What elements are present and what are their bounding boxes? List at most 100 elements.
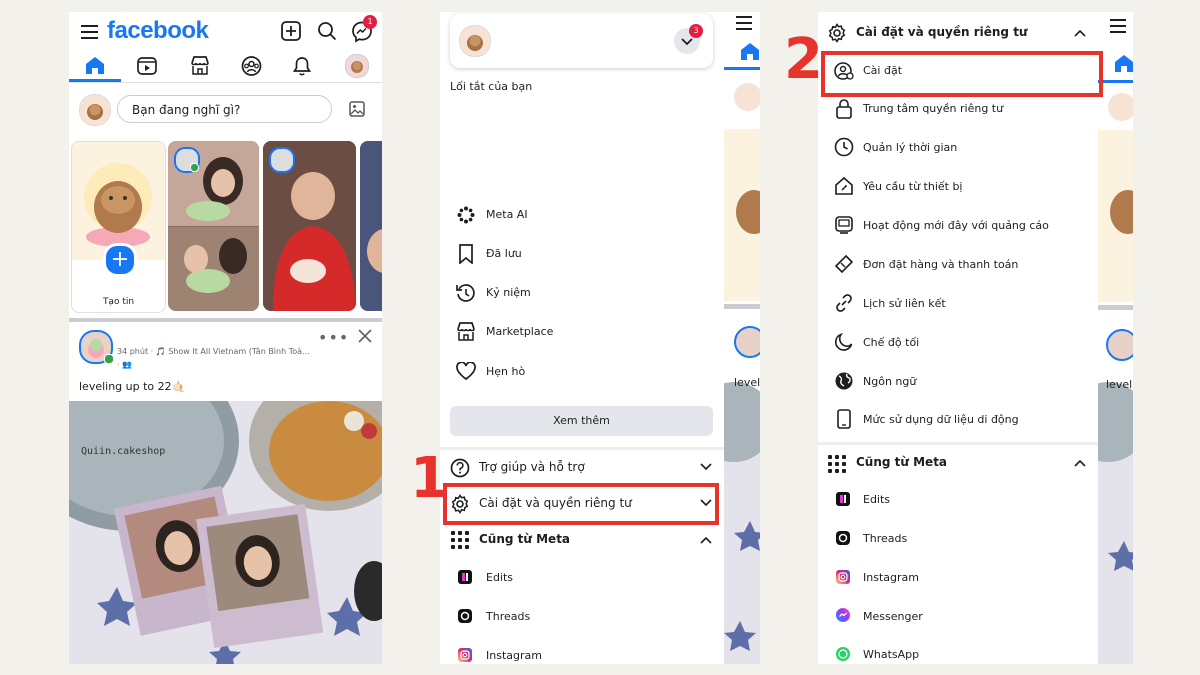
help-icon — [450, 458, 470, 478]
facebook-logo: facebook — [107, 17, 209, 44]
app-instagram[interactable]: Instagram — [863, 571, 919, 584]
globe-icon — [834, 371, 854, 391]
composer-avatar — [79, 94, 111, 126]
home-icon[interactable] — [85, 56, 105, 74]
shortcuts-label: Lối tắt của bạn — [450, 80, 533, 93]
feed-screen: facebook 1 Bạn đang nghĩ gì? + Tạo tin 3… — [69, 12, 382, 664]
online-dot — [190, 163, 199, 172]
story-avatar — [269, 147, 295, 173]
feed-divider — [69, 318, 382, 322]
video-icon[interactable] — [137, 57, 157, 75]
notification-badge: 1 — [363, 15, 377, 29]
online-dot — [104, 354, 114, 364]
app-whatsapp[interactable]: WhatsApp — [863, 648, 919, 661]
more-options-icon[interactable]: ••• — [318, 328, 349, 347]
highlight-box-step2 — [821, 51, 1103, 97]
photo-text: Quiin.cakeshop — [81, 446, 166, 457]
chevron-up-icon[interactable] — [700, 536, 712, 544]
meta-ai-icon — [457, 206, 475, 224]
bookmark-icon — [458, 244, 474, 264]
item-orders-payments[interactable]: Đơn đặt hàng và thanh toán — [863, 258, 1018, 271]
create-plus-icon[interactable] — [281, 21, 301, 41]
app-edits[interactable]: Edits — [486, 571, 513, 584]
see-more-button[interactable]: Xem thêm — [450, 406, 713, 436]
also-from-meta-label[interactable]: Cũng từ Meta — [856, 455, 947, 469]
add-story-plus-icon[interactable]: + — [103, 243, 137, 277]
bell-icon[interactable] — [293, 56, 311, 76]
background-caption: leveli — [734, 376, 760, 389]
hamburger-menu-icon[interactable] — [81, 24, 98, 39]
messenger-app-icon — [836, 608, 850, 622]
story-card[interactable] — [168, 141, 259, 311]
item-ad-activity[interactable]: Hoạt động mới đây với quảng cáo — [863, 219, 1049, 232]
whatsapp-app-icon — [836, 647, 850, 661]
threads-app-icon — [458, 609, 472, 623]
chevron-up-icon[interactable] — [1074, 29, 1086, 37]
edits-app-icon — [836, 492, 850, 506]
background-caption: level — [1106, 378, 1133, 391]
threads-app-icon — [836, 531, 850, 545]
close-icon[interactable] — [358, 329, 372, 343]
section-divider — [818, 442, 1098, 445]
item-link-history[interactable]: Lịch sử liên kết — [863, 297, 946, 310]
also-from-meta-label[interactable]: Cũng từ Meta — [479, 532, 570, 546]
dating-heart-icon — [456, 362, 476, 380]
marketplace-icon[interactable] — [190, 56, 210, 75]
menu-item-meta-ai[interactable]: Meta AI — [486, 208, 528, 221]
mobile-phone-icon — [836, 409, 852, 429]
menu-item-marketplace[interactable]: Marketplace — [486, 325, 553, 338]
instagram-app-icon — [458, 648, 472, 662]
step-number-2: 2 — [784, 27, 823, 92]
app-threads[interactable]: Threads — [863, 532, 907, 545]
grid-apps-icon — [451, 531, 469, 549]
memories-icon — [456, 283, 476, 303]
post-meta: 34 phút · 🎵 Show It All Vietnam (Tân Bìn… — [117, 347, 310, 356]
chevron-down-icon[interactable] — [700, 463, 712, 471]
marketplace-icon — [456, 322, 476, 341]
section-divider — [440, 447, 724, 450]
item-device-requests[interactable]: Yêu cầu từ thiết bị — [863, 180, 963, 193]
menu-screen: 3 Lối tắt của bạn Meta AI Đã lưu Kỷ niệm… — [440, 12, 724, 664]
menu-item-memories[interactable]: Kỷ niệm — [486, 286, 531, 299]
app-threads[interactable]: Threads — [486, 610, 530, 623]
menu-item-saved[interactable]: Đã lưu — [486, 247, 522, 260]
header-divider — [69, 82, 382, 83]
post-audience: · 👥 — [117, 360, 133, 369]
app-messenger[interactable]: Messenger — [863, 610, 923, 623]
help-support-label[interactable]: Trợ giúp và hỗ trợ — [479, 460, 585, 474]
groups-icon[interactable] — [241, 56, 262, 76]
item-dark-mode[interactable]: Chế độ tối — [863, 336, 919, 349]
ad-activity-icon — [834, 215, 854, 235]
story-card[interactable] — [263, 141, 356, 311]
post-caption: leveling up to 22🤙🏻 — [79, 380, 186, 393]
grid-apps-icon — [828, 455, 846, 473]
background-feed-strip: leveli — [724, 12, 760, 664]
menu-item-dating[interactable]: Hẹn hò — [486, 365, 525, 378]
instagram-app-icon — [836, 570, 850, 584]
profile-avatar[interactable] — [345, 54, 369, 78]
step-number-1: 1 — [410, 446, 449, 511]
tag-icon — [834, 254, 854, 274]
device-request-icon — [834, 176, 854, 196]
profile-avatar — [459, 25, 491, 57]
highlight-box-step1 — [443, 483, 719, 525]
background-feed-strip: level — [1098, 12, 1133, 664]
item-privacy-center[interactable]: Trung tâm quyền riêng tư — [863, 102, 1003, 115]
app-edits[interactable]: Edits — [863, 493, 890, 506]
item-language[interactable]: Ngôn ngữ — [863, 375, 916, 388]
app-instagram[interactable]: Instagram — [486, 649, 542, 662]
link-icon — [834, 293, 854, 313]
chevron-up-icon[interactable] — [1074, 459, 1086, 467]
gear-icon — [827, 23, 847, 43]
notification-badge: 3 — [689, 24, 703, 38]
composer-input[interactable]: Bạn đang nghĩ gì? — [117, 95, 332, 123]
item-time-management[interactable]: Quản lý thời gian — [863, 141, 957, 154]
lock-icon — [836, 99, 852, 119]
item-mobile-data[interactable]: Mức sử dụng dữ liệu di động — [863, 413, 1019, 426]
post-photo[interactable]: Quiin.cakeshop — [69, 401, 382, 664]
create-story-card[interactable]: + Tạo tin — [71, 141, 166, 313]
settings-privacy-header[interactable]: Cài đặt và quyền riêng tư — [856, 25, 1027, 39]
photo-icon[interactable] — [349, 101, 365, 117]
story-card[interactable] — [360, 141, 382, 311]
search-icon[interactable] — [317, 21, 337, 41]
